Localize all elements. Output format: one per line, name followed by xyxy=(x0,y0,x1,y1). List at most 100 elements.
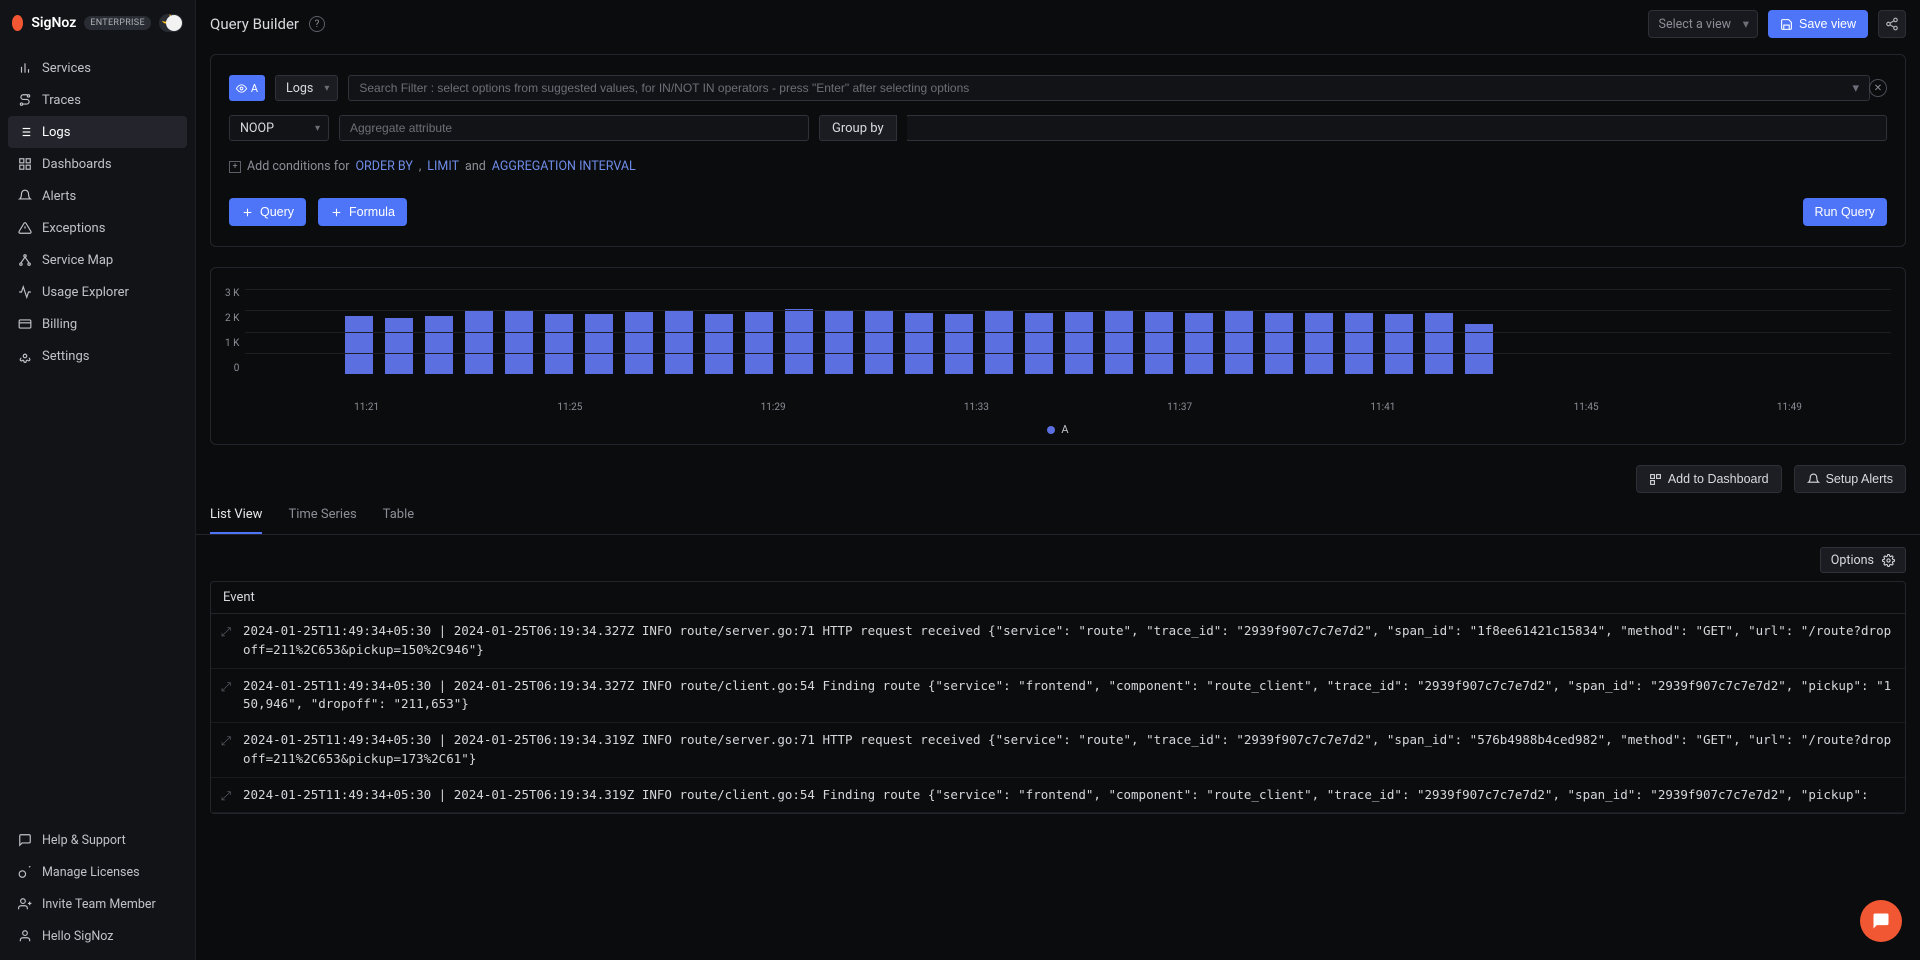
expand-icon[interactable]: ⤢ xyxy=(221,788,233,804)
clear-query-button[interactable]: ✕ xyxy=(1869,79,1887,97)
stage-badge[interactable]: A xyxy=(229,75,265,101)
chevron-down-icon[interactable]: ▾ xyxy=(1852,81,1859,96)
plus-icon[interactable]: + xyxy=(229,161,241,173)
nav-label: Alerts xyxy=(42,189,76,204)
nav-item-usage-explorer[interactable]: Usage Explorer xyxy=(8,276,187,308)
nav-item-services[interactable]: Services xyxy=(8,52,187,84)
bar[interactable] xyxy=(1105,310,1133,374)
event-row[interactable]: ⤢2024-01-25T11:49:34+05:30 | 2024-01-25T… xyxy=(211,614,1905,669)
bar[interactable] xyxy=(1425,313,1453,374)
bar[interactable] xyxy=(945,314,973,374)
bar[interactable] xyxy=(785,309,813,374)
route-icon xyxy=(18,93,32,107)
add-formula-label: Formula xyxy=(349,205,395,219)
nav-item-exceptions[interactable]: Exceptions xyxy=(8,212,187,244)
event-row[interactable]: ⤢2024-01-25T11:49:34+05:30 | 2024-01-25T… xyxy=(211,778,1905,814)
brand-name: SigNoz xyxy=(31,15,76,31)
bar[interactable] xyxy=(505,310,533,374)
bell-icon xyxy=(18,189,32,203)
help-icon[interactable]: ? xyxy=(309,16,325,32)
bar[interactable] xyxy=(1025,313,1053,374)
bar[interactable] xyxy=(625,312,653,374)
event-row[interactable]: ⤢2024-01-25T11:49:34+05:30 | 2024-01-25T… xyxy=(211,723,1905,778)
nav-item-help-support[interactable]: Help & Support xyxy=(8,824,187,856)
bar[interactable] xyxy=(665,311,693,374)
bar[interactable] xyxy=(345,316,373,374)
filter-input[interactable] xyxy=(348,75,1870,101)
nav-label: Hello SigNoz xyxy=(42,929,113,944)
event-row[interactable]: ⤢ 2024-01-25T11:49:34+05:30 | 2024-01-25T… xyxy=(211,669,1905,724)
bar[interactable] xyxy=(1265,313,1293,374)
bar[interactable] xyxy=(745,312,773,374)
bar[interactable] xyxy=(705,314,733,374)
add-formula-button[interactable]: Formula xyxy=(318,198,407,226)
bar[interactable] xyxy=(865,310,893,374)
aggregation-interval-link[interactable]: AGGREGATION INTERVAL xyxy=(492,159,636,174)
limit-link[interactable]: LIMIT xyxy=(427,159,459,174)
chat-launcher[interactable] xyxy=(1860,900,1902,942)
sidebar-header: SigNoz ENTERPRISE xyxy=(0,0,195,46)
footer-nav: Help & Support Manage LicensesInvite Team… xyxy=(0,816,195,960)
options-button[interactable]: Options xyxy=(1820,547,1906,573)
add-query-button[interactable]: Query xyxy=(229,198,306,226)
share-button[interactable] xyxy=(1878,10,1906,38)
nav-item-service-map[interactable]: Service Map xyxy=(8,244,187,276)
expand-icon[interactable]: ⤢ xyxy=(221,679,233,695)
x-tick: 11:41 xyxy=(1281,402,1484,413)
bar[interactable] xyxy=(465,310,493,374)
theme-toggle[interactable] xyxy=(159,14,183,32)
nav-item-billing[interactable]: Billing xyxy=(8,308,187,340)
expand-icon[interactable]: ⤢ xyxy=(221,624,233,640)
nav-item-alerts[interactable]: Alerts xyxy=(8,180,187,212)
bar[interactable] xyxy=(1065,312,1093,374)
aggregate-attribute-input[interactable] xyxy=(339,115,809,141)
source-select[interactable]: Logs xyxy=(275,75,338,101)
expand-icon[interactable]: ⤢ xyxy=(221,733,233,749)
add-query-label: Query xyxy=(260,205,294,219)
add-to-dashboard-button[interactable]: Add to Dashboard xyxy=(1636,465,1782,493)
nav-item-hello-signoz[interactable]: Hello SigNoz xyxy=(8,920,187,952)
save-view-button[interactable]: Save view xyxy=(1768,10,1868,38)
bar[interactable] xyxy=(985,311,1013,374)
x-tick: 11:45 xyxy=(1485,402,1688,413)
query-row-1: A Logs ▾ ✕ xyxy=(229,75,1887,101)
bar[interactable] xyxy=(1345,313,1373,374)
plus-icon xyxy=(330,206,343,219)
order-by-link[interactable]: ORDER BY xyxy=(355,159,412,174)
plus-icon xyxy=(241,206,254,219)
bar[interactable] xyxy=(905,313,933,374)
bar[interactable] xyxy=(1185,313,1213,374)
bar[interactable] xyxy=(545,314,573,374)
bar[interactable] xyxy=(585,314,613,374)
bar[interactable] xyxy=(1385,314,1413,374)
nav-item-logs[interactable]: Logs xyxy=(8,116,187,148)
bar[interactable] xyxy=(1145,312,1173,374)
setup-alerts-button[interactable]: Setup Alerts xyxy=(1794,465,1906,493)
tab-list-view[interactable]: List View xyxy=(210,507,262,534)
nav-item-traces[interactable]: Traces xyxy=(8,84,187,116)
run-query-button[interactable]: Run Query xyxy=(1803,198,1887,226)
select-view-dropdown[interactable]: Select a view xyxy=(1648,10,1758,38)
x-tick: 11:49 xyxy=(1688,402,1891,413)
tab-time-series[interactable]: Time Series xyxy=(288,507,356,534)
chat-icon xyxy=(1871,911,1891,931)
event-text: 2024-01-25T11:49:34+05:30 | 2024-01-25T0… xyxy=(243,677,1895,715)
nav-item-dashboards[interactable]: Dashboards xyxy=(8,148,187,180)
nav-item-invite-team-member[interactable]: Invite Team Member xyxy=(8,888,187,920)
bar[interactable] xyxy=(1225,311,1253,374)
nav-label: Help & Support xyxy=(42,833,126,848)
tab-table[interactable]: Table xyxy=(383,507,414,534)
group-by-input[interactable] xyxy=(907,115,1887,141)
grid-icon xyxy=(18,157,32,171)
bar[interactable] xyxy=(385,318,413,374)
query-row-2: NOOP Group by xyxy=(229,115,1887,141)
nav-item-settings[interactable]: Settings xyxy=(8,340,187,372)
nav-label: Exceptions xyxy=(42,221,105,236)
bar[interactable] xyxy=(1305,313,1333,374)
gear-icon xyxy=(18,349,32,363)
bar[interactable] xyxy=(825,311,853,374)
aggregation-fn-select[interactable]: NOOP xyxy=(229,115,329,141)
nav-label: Usage Explorer xyxy=(42,285,129,300)
bar[interactable] xyxy=(425,316,453,374)
nav-item-manage-licenses[interactable]: Manage Licenses xyxy=(8,856,187,888)
